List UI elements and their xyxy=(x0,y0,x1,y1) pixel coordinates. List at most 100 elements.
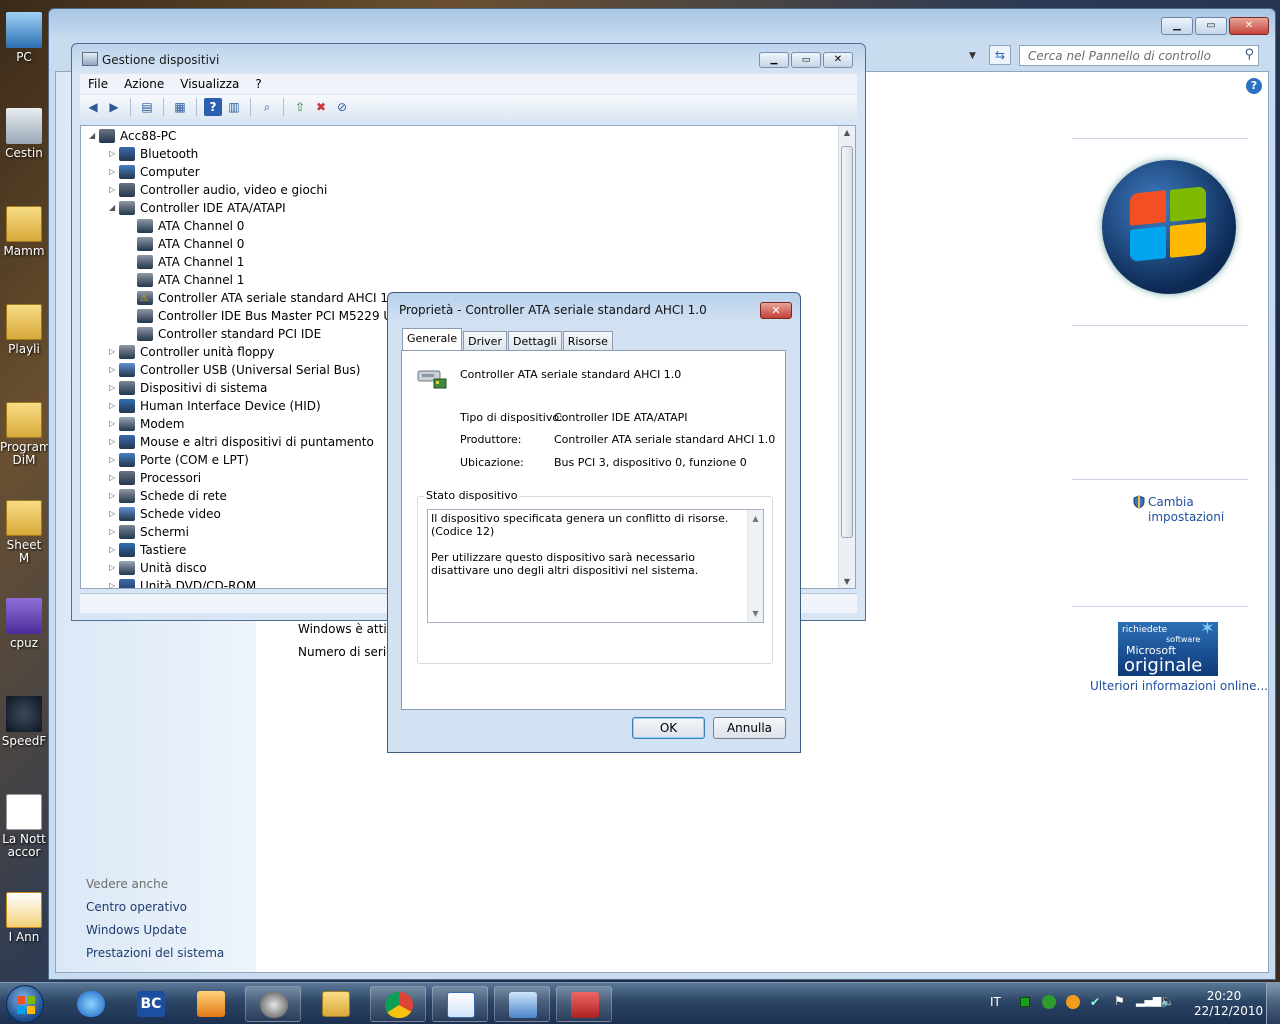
expand-arrow-icon[interactable]: ▷ xyxy=(109,505,119,523)
expand-arrow-icon[interactable]: ▷ xyxy=(109,181,119,199)
desktop-icon-cpuz[interactable]: cpuz xyxy=(0,598,48,650)
tree-item[interactable]: ▷ Porte (COM e LPT) xyxy=(109,451,249,469)
close-button[interactable]: ✕ xyxy=(823,52,853,68)
taskbar-pen-app[interactable] xyxy=(432,986,488,1022)
desktop-icon-recycle[interactable]: Cestin xyxy=(0,108,48,160)
expand-arrow-icon[interactable]: ▷ xyxy=(109,451,119,469)
tree-item[interactable]: ⚠ Controller ATA seriale standard AHCI 1.… xyxy=(137,289,399,307)
link-windows-update[interactable]: Windows Update xyxy=(86,923,187,937)
tree-item[interactable]: ▷ Processori xyxy=(109,469,201,487)
volume-icon[interactable]: 🔈 xyxy=(1160,994,1175,1008)
expand-arrow-icon[interactable]: ▷ xyxy=(109,379,119,397)
utorrent-icon[interactable] xyxy=(1042,995,1056,1009)
taskbar-ie[interactable] xyxy=(63,986,119,1022)
tree-item[interactable]: ▷ Modem xyxy=(109,415,184,433)
tree-item[interactable]: ▷ Unità disco xyxy=(109,559,207,577)
menu-view[interactable]: Visualizza xyxy=(180,77,239,91)
scroll-up-icon[interactable]: ▲ xyxy=(839,128,855,137)
desktop-icon-folder-4[interactable]: Sheet M xyxy=(0,500,48,565)
tree-item[interactable]: ▷ Mouse e altri dispositivi di puntamento xyxy=(109,433,374,451)
update-driver-icon[interactable]: ⇧ xyxy=(291,98,309,116)
expand-arrow-icon[interactable]: ▷ xyxy=(109,361,119,379)
network-icon[interactable]: ▂▄▆ xyxy=(1136,994,1161,1008)
link-performance[interactable]: Prestazioni del sistema xyxy=(86,946,224,960)
taskbar-device-manager[interactable] xyxy=(556,986,612,1022)
taskbar-explorer[interactable] xyxy=(308,986,364,1022)
tree-item[interactable]: ATA Channel 0 xyxy=(137,217,244,235)
taskbar-media-player[interactable] xyxy=(183,986,239,1022)
help-icon[interactable]: ? xyxy=(204,98,222,116)
security-check-icon[interactable]: ✔ xyxy=(1090,995,1104,1009)
search-input[interactable]: Cerca nel Pannello di controllo xyxy=(1028,49,1211,63)
tree-item[interactable]: ▷ Controller audio, video e giochi xyxy=(109,181,327,199)
green-tray-icon[interactable] xyxy=(1020,997,1030,1007)
expand-arrow-icon[interactable]: ▷ xyxy=(109,433,119,451)
properties-icon[interactable]: ▦ xyxy=(171,98,189,116)
link-action-center[interactable]: Centro operativo xyxy=(86,900,187,914)
address-dropdown-icon[interactable]: ▼ xyxy=(969,47,985,65)
taskbar-chrome[interactable] xyxy=(370,986,426,1022)
tree-item[interactable]: ▷ Unità DVD/CD-ROM xyxy=(109,577,256,588)
forward-arrow-icon[interactable]: ▶ xyxy=(105,98,123,116)
expand-arrow-icon[interactable]: ▷ xyxy=(109,577,119,588)
collapse-arrow-icon[interactable]: ◢ xyxy=(109,199,119,217)
expand-arrow-icon[interactable]: ▷ xyxy=(109,541,119,559)
tab-driver[interactable]: Driver xyxy=(463,331,507,351)
desktop-icon-folder-3[interactable]: Program DiM xyxy=(0,402,48,467)
tree-item[interactable]: ▷ Schede video xyxy=(109,505,221,523)
cancel-button[interactable]: Annulla xyxy=(713,717,786,739)
desktop-icon-document[interactable]: La Nott accor xyxy=(0,794,48,859)
collapse-arrow-icon[interactable]: ◢ xyxy=(89,127,99,145)
view-icon[interactable]: ▥ xyxy=(225,98,243,116)
desktop-icon-folder-1[interactable]: Mamm xyxy=(0,206,48,258)
tree-item[interactable]: Controller standard PCI IDE xyxy=(137,325,321,343)
tree-item[interactable]: ▷ Dispositivi di sistema xyxy=(109,379,267,397)
change-settings-link[interactable]: Cambia impostazioni xyxy=(1148,495,1224,525)
expand-arrow-icon[interactable]: ▷ xyxy=(109,415,119,433)
close-button[interactable]: ✕ xyxy=(760,302,792,319)
tree-item[interactable]: Controller IDE Bus Master PCI M5229 ULi xyxy=(137,307,402,325)
expand-arrow-icon[interactable]: ▷ xyxy=(109,559,119,577)
genuine-microsoft-badge[interactable]: richiedete software Microsoft originale … xyxy=(1118,620,1218,676)
taskbar-bc[interactable]: BC xyxy=(123,986,179,1022)
close-button[interactable]: ✕ xyxy=(1229,17,1269,35)
flag-icon[interactable]: ⚑ xyxy=(1114,994,1128,1008)
start-button[interactable] xyxy=(6,985,44,1023)
device-status-text[interactable]: Il dispositivo specificata genera un con… xyxy=(427,509,764,623)
show-hide-tree-icon[interactable]: ▤ xyxy=(138,98,156,116)
maximize-button[interactable]: ▭ xyxy=(1195,17,1227,35)
expand-arrow-icon[interactable]: ▷ xyxy=(109,145,119,163)
show-desktop-button[interactable] xyxy=(1266,983,1280,1024)
more-info-link[interactable]: Ulteriori informazioni online... xyxy=(1090,679,1268,693)
tree-item[interactable]: ▷ Controller unità floppy xyxy=(109,343,275,361)
ok-button[interactable]: OK xyxy=(632,717,705,739)
tree-item[interactable]: ▷ Schede di rete xyxy=(109,487,227,505)
tree-item[interactable]: ▷ Controller USB (Universal Serial Bus) xyxy=(109,361,360,379)
expand-arrow-icon[interactable]: ▷ xyxy=(109,397,119,415)
menu-action[interactable]: Azione xyxy=(124,77,164,91)
minimize-button[interactable]: ▁ xyxy=(1161,17,1193,35)
expand-arrow-icon[interactable]: ▷ xyxy=(109,523,119,541)
tree-item[interactable]: ATA Channel 0 xyxy=(137,235,244,253)
menu-help[interactable]: ? xyxy=(255,77,261,91)
desktop-icon-pc[interactable]: PC xyxy=(0,12,48,64)
expand-arrow-icon[interactable]: ▷ xyxy=(109,163,119,181)
expand-arrow-icon[interactable]: ▷ xyxy=(109,487,119,505)
status-scrollbar[interactable]: ▲ ▼ xyxy=(747,510,763,622)
scroll-thumb[interactable] xyxy=(841,146,853,538)
search-box[interactable]: Cerca nel Pannello di controllo ⚲ xyxy=(1019,45,1259,66)
tree-item[interactable]: ▷ Bluetooth xyxy=(109,145,198,163)
taskbar-control-panel[interactable] xyxy=(494,986,550,1022)
refresh-icon[interactable]: ⇆ xyxy=(989,45,1011,65)
desktop-icon-folder-2[interactable]: Playli xyxy=(0,304,48,356)
tree-item[interactable]: ◢ Controller IDE ATA/ATAPI xyxy=(109,199,286,217)
uninstall-icon[interactable]: ✖ xyxy=(312,98,330,116)
search-icon[interactable]: ⚲ xyxy=(1244,47,1254,62)
tab-general[interactable]: Generale xyxy=(402,328,463,351)
help-icon[interactable]: ? xyxy=(1246,78,1262,94)
tree-item[interactable]: ATA Channel 1 xyxy=(137,271,244,289)
expand-arrow-icon[interactable]: ▷ xyxy=(109,469,119,487)
language-indicator[interactable]: IT xyxy=(990,995,1001,1024)
tree-scrollbar[interactable]: ▲ ▼ xyxy=(838,126,855,588)
tree-item[interactable]: ▷ Human Interface Device (HID) xyxy=(109,397,321,415)
